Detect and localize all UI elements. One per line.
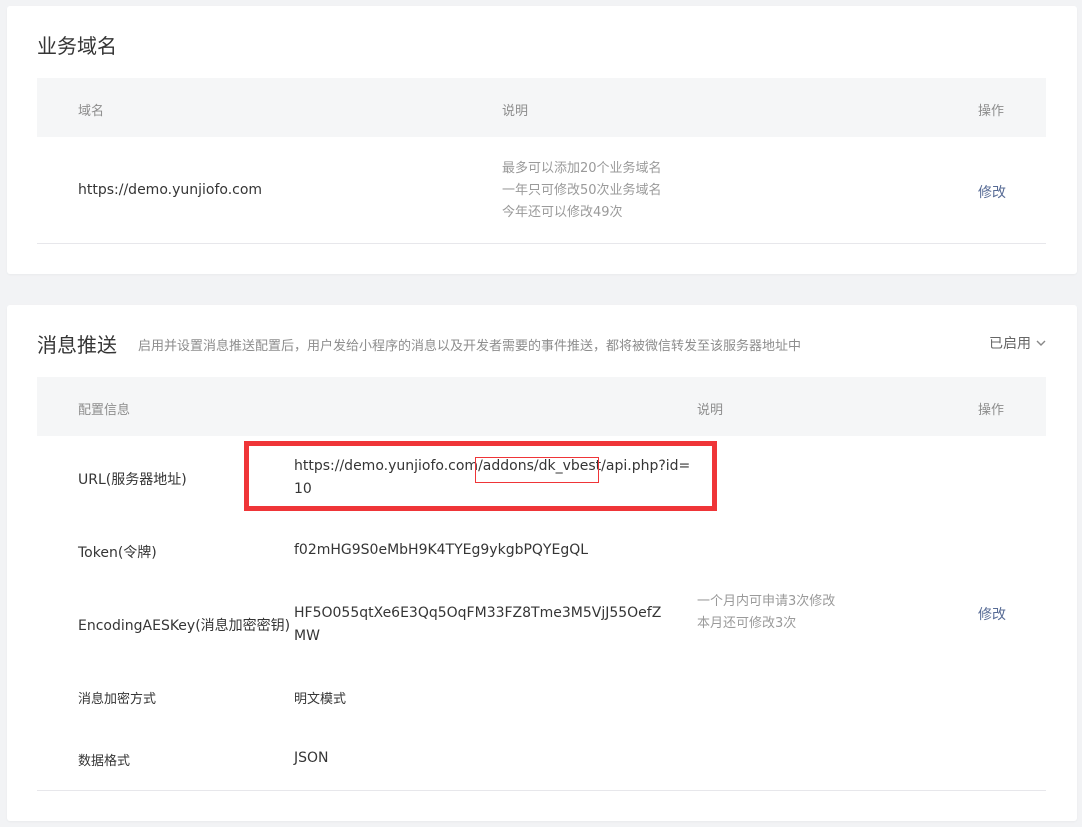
aes-key-value: HF5O055qtXe6E3Qq5OqFM33FZ8Tme3M5VjJ55Oef…	[294, 602, 689, 648]
divider	[37, 243, 1046, 244]
business-domain-note-2: 一年只可修改50次业务域名	[502, 183, 662, 198]
aes-key-line-1: HF5O055qtXe6E3Qq5OqFM33FZ8Tme3M5VjJ55Oef…	[294, 605, 662, 621]
message-push-title: 消息推送	[37, 333, 117, 357]
highlight-path-box	[475, 457, 599, 483]
column-header-action: 操作	[978, 403, 1005, 418]
chevron-down-icon	[1036, 340, 1046, 346]
message-push-table-header: 配置信息 说明 操作	[37, 377, 1046, 436]
business-domain-note-3: 今年还可以修改49次	[502, 205, 623, 220]
aes-key-note-2: 本月还可修改3次	[697, 616, 797, 631]
message-push-card: 消息推送 启用并设置消息推送配置后，用户发给小程序的消息以及开发者需要的事件推送…	[7, 305, 1077, 821]
business-domain-value: https://demo.yunjiofo.com	[78, 182, 263, 198]
data-format-label: 数据格式	[78, 754, 131, 769]
column-header-desc: 说明	[502, 104, 529, 119]
push-status-label: 已启用	[989, 336, 1031, 352]
divider	[37, 790, 1046, 791]
encrypt-mode-label: 消息加密方式	[78, 692, 157, 707]
business-domain-note-1: 最多可以添加20个业务域名	[502, 161, 662, 176]
business-domain-notes: 最多可以添加20个业务域名 一年只可修改50次业务域名 今年还可以修改49次	[502, 158, 662, 224]
business-domain-edit-button[interactable]: 修改	[978, 182, 1006, 202]
message-push-subtitle: 启用并设置消息推送配置后，用户发给小程序的消息以及开发者需要的事件推送，都将被微…	[138, 339, 802, 354]
aes-key-note-1: 一个月内可申请3次修改	[697, 594, 836, 609]
aes-key-label: EncodingAESKey(消息加密密钥)	[78, 618, 291, 634]
column-header-action: 操作	[978, 104, 1005, 119]
aes-key-line-2: MW	[294, 628, 320, 644]
column-header-config: 配置信息	[78, 403, 131, 418]
push-status-dropdown[interactable]: 已启用	[989, 333, 1047, 353]
encrypt-mode-value: 明文模式	[294, 692, 347, 707]
token-label: Token(令牌)	[78, 545, 157, 561]
aes-key-edit-button[interactable]: 修改	[978, 604, 1006, 624]
column-header-domain: 域名	[78, 104, 105, 119]
token-value: f02mHG9S0eMbH9K4TYEg9ykgbPQYEgQL	[294, 542, 589, 558]
url-label: URL(服务器地址)	[78, 472, 187, 488]
business-domain-table-header: 域名 说明 操作	[37, 78, 1046, 137]
aes-key-notes: 一个月内可申请3次修改 本月还可修改3次	[697, 591, 835, 635]
column-header-desc: 说明	[697, 403, 724, 418]
data-format-value: JSON	[294, 750, 329, 766]
business-domain-card: 业务域名 域名 说明 操作 https://demo.yunjiofo.com …	[7, 6, 1077, 274]
business-domain-title: 业务域名	[37, 34, 117, 58]
